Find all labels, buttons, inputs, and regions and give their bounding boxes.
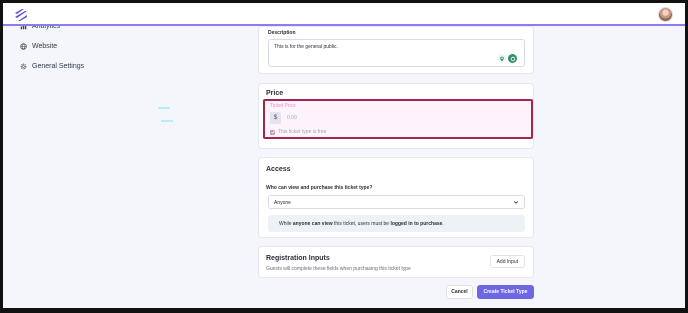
notice-bold: anyone can view bbox=[292, 220, 333, 227]
access-question: Who can view and purchase this ticket ty… bbox=[266, 185, 373, 191]
access-notice: While anyone can view this ticket, users… bbox=[268, 215, 525, 232]
currency-symbol: $ bbox=[270, 112, 281, 124]
notice-text: this ticket, users must be bbox=[332, 220, 391, 227]
free-ticket-label: This ticket type is free bbox=[278, 129, 327, 135]
access-card: Access Who can view and purchase this ti… bbox=[258, 157, 534, 238]
create-ticket-type-button[interactable]: Create Ticket Type bbox=[477, 285, 534, 299]
description-card: Description This is for the general publ… bbox=[258, 26, 534, 74]
ghost-artifact bbox=[158, 107, 170, 109]
free-ticket-checkbox[interactable] bbox=[270, 129, 275, 135]
sidebar-item-general-settings[interactable]: General Settings bbox=[20, 63, 84, 70]
add-input-button[interactable]: Add Input bbox=[489, 255, 525, 268]
top-bar bbox=[3, 3, 685, 26]
price-title: Price bbox=[266, 90, 284, 97]
grammar-assistant-icon[interactable] bbox=[508, 54, 517, 63]
ticket-price-input[interactable]: 0.00 bbox=[287, 115, 297, 121]
description-textarea[interactable]: This is for the general public. bbox=[268, 39, 525, 67]
access-title: Access bbox=[266, 166, 291, 173]
access-select-value: Anyone bbox=[274, 200, 291, 206]
notice-text: . bbox=[442, 220, 444, 227]
price-card: Price Ticket Price $ 0.00 This ticket ty… bbox=[258, 83, 534, 149]
textarea-tools bbox=[497, 54, 517, 63]
globe-icon bbox=[20, 43, 27, 50]
gear-icon bbox=[20, 63, 27, 70]
chevron-down-icon bbox=[513, 201, 519, 204]
registration-card: Registration Inputs Guests will complete… bbox=[258, 246, 534, 278]
registration-title: Registration Inputs bbox=[266, 255, 330, 262]
free-ticket-checkbox-row[interactable]: This ticket type is free bbox=[270, 129, 326, 135]
ticket-price-highlight: Ticket Price $ 0.00 This ticket type is … bbox=[263, 99, 533, 139]
access-select[interactable]: Anyone bbox=[268, 195, 525, 209]
description-label: Description bbox=[268, 30, 296, 36]
notice-bold: logged in to purchase bbox=[390, 220, 443, 227]
sidebar-item-label: General Settings bbox=[32, 63, 85, 70]
sidebar-item-label: Website bbox=[32, 43, 58, 50]
user-avatar[interactable] bbox=[658, 7, 673, 22]
registration-subtitle: Guests will complete these fields when p… bbox=[266, 266, 411, 272]
location-pin-icon[interactable] bbox=[497, 54, 506, 63]
description-text: This is for the general public. bbox=[274, 44, 338, 50]
ticket-price-label: Ticket Price bbox=[270, 103, 296, 109]
ghost-artifact bbox=[161, 120, 173, 122]
check-icon bbox=[270, 130, 275, 134]
sidebar-item-website[interactable]: Website bbox=[20, 43, 57, 50]
sidebar: Analytics Website General Settings bbox=[3, 23, 203, 308]
app-logo-icon[interactable] bbox=[13, 7, 29, 23]
notice-text: While bbox=[279, 220, 293, 227]
cancel-button[interactable]: Cancel bbox=[446, 285, 473, 299]
